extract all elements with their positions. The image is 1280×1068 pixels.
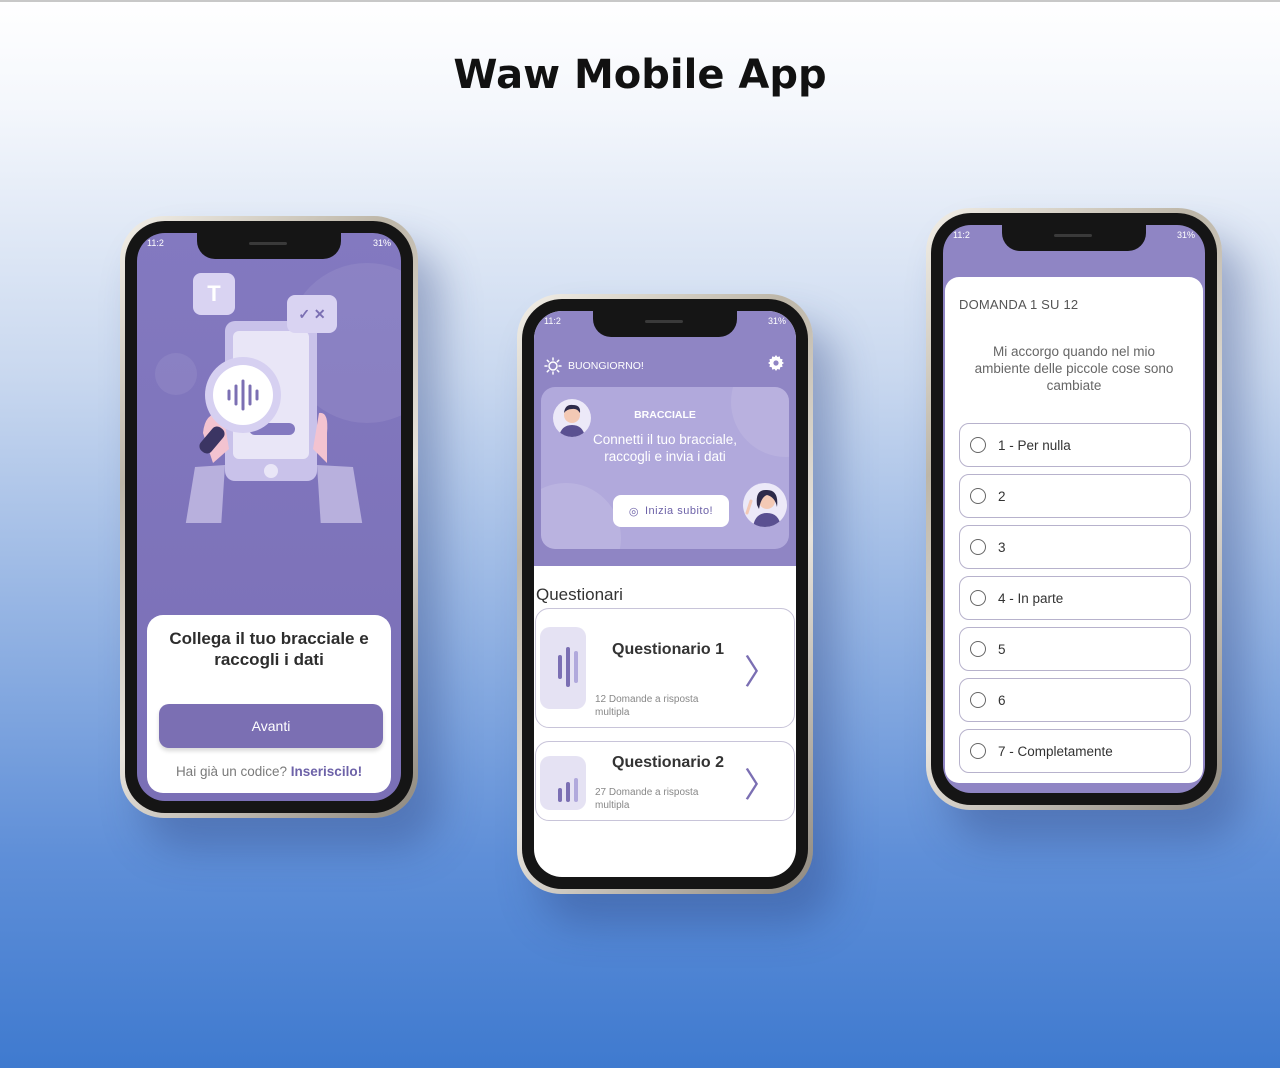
answer-option[interactable]: 2 [959, 474, 1191, 518]
radio-button[interactable] [970, 692, 986, 708]
greeting-text: BUONGIORNO! [568, 360, 644, 372]
woman-avatar-illustration [745, 489, 781, 527]
card-title: Collega il tuo bracciale e raccogli i da… [169, 629, 369, 669]
answer-label: 3 [998, 539, 1006, 555]
insert-code-link[interactable]: Inseriscilo! [291, 764, 362, 779]
radio-button[interactable] [970, 590, 986, 606]
chevron-right-icon: 〉 [744, 653, 778, 693]
screen-home: 11:2 31% BUONGIORNO! BRACCIALE Connetti … [534, 311, 796, 877]
answer-label: 4 - In parte [998, 590, 1064, 606]
status-battery: 31% [1176, 230, 1195, 240]
questionnaires-heading: Questionari [536, 585, 623, 604]
bracelet-icon: ◎ [628, 505, 639, 518]
status-time: 11:2 [544, 316, 561, 326]
status-time: 11:2 [147, 238, 164, 248]
bar-chart-icon [558, 778, 578, 802]
question-text: Mi accorgo quando nel mio ambiente delle… [974, 344, 1174, 393]
questionnaire-2-subtitle: 27 Domande a risposta multipla [595, 787, 699, 811]
answer-label: 6 [998, 692, 1006, 708]
questionnaire-1-subtitle: 12 Domande a risposta multipla [595, 694, 699, 718]
page-title: Waw Mobile App [453, 52, 827, 98]
code-question: Hai già un codice? [175, 764, 288, 779]
start-now-button[interactable]: ◎ Inizia subito! [613, 495, 729, 527]
answer-option[interactable]: 1 - Per nulla [959, 423, 1191, 467]
answer-option[interactable]: 4 - In parte [959, 576, 1191, 620]
radio-button[interactable] [970, 743, 986, 759]
questionnaire-2-icon [540, 756, 586, 810]
text-tile-icon: T [193, 273, 235, 315]
screen-onboarding: 11:2 31% T ✓ ✕ Collega il tuo bracciale … [137, 233, 401, 801]
status-time: 11:2 [953, 230, 970, 240]
bg-circle [541, 483, 621, 549]
questionnaire-1-icon [540, 627, 586, 709]
phone-notch [1002, 225, 1146, 251]
next-button[interactable]: Avanti [159, 704, 383, 748]
answer-option[interactable]: 6 [959, 678, 1191, 722]
phone-onboarding: 11:2 31% T ✓ ✕ Collega il tuo bracciale … [120, 216, 418, 818]
answer-option[interactable]: 3 [959, 525, 1191, 569]
phone-question: 11:2 31% DOMANDA 1 SU 12 Mi accorgo quan… [926, 208, 1222, 810]
top-border [0, 0, 1280, 2]
answer-label: 7 - Completamente [998, 743, 1113, 759]
phone-notch [593, 311, 737, 337]
banner-kicker: BRACCIALE [634, 409, 696, 421]
status-battery: 31% [372, 238, 391, 248]
status-battery: 31% [767, 316, 786, 326]
bracelet-banner: BRACCIALE Connetti il tuo bracciale, rac… [541, 387, 789, 549]
radio-button[interactable] [970, 437, 986, 453]
start-now-label: Inizia subito! [644, 505, 714, 517]
questionnaire-2-name: Questionario 2 [612, 754, 725, 771]
screen-question: 11:2 31% DOMANDA 1 SU 12 Mi accorgo quan… [943, 225, 1205, 793]
gear-icon[interactable] [768, 355, 784, 371]
bar-chart-icon [558, 647, 578, 687]
check-cross-icon: ✓ ✕ [287, 295, 337, 333]
greeting: BUONGIORNO! [544, 357, 644, 375]
phone-home: 11:2 31% BUONGIORNO! BRACCIALE Connetti … [517, 294, 813, 894]
woman-avatar [743, 483, 787, 527]
questionnaire-card-1[interactable]: Questionario 1 12 Domande a risposta mul… [535, 608, 795, 728]
questionnaire-1-name: Questionario 1 [612, 641, 725, 658]
answer-label: 5 [998, 641, 1006, 657]
questionnaire-card-2[interactable]: Questionario 2 27 Domande a risposta mul… [535, 741, 795, 821]
radio-button[interactable] [970, 539, 986, 555]
radio-button[interactable] [970, 488, 986, 504]
answer-option[interactable]: 5 [959, 627, 1191, 671]
question-card: DOMANDA 1 SU 12 Mi accorgo quando nel mi… [945, 277, 1203, 783]
sun-icon [544, 357, 562, 375]
banner-text: Connetti il tuo bracciale, raccogli e in… [592, 432, 738, 464]
answer-option[interactable]: 7 - Completamente [959, 729, 1191, 773]
bracelet-illustration: T ✓ ✕ [177, 273, 367, 528]
radio-button[interactable] [970, 641, 986, 657]
question-counter: DOMANDA 1 SU 12 [959, 297, 1079, 312]
answer-label: 1 - Per nulla [998, 437, 1071, 453]
code-prompt: Hai già un codice? Inseriscilo! [159, 764, 379, 779]
chevron-right-icon: 〉 [744, 766, 778, 806]
answer-label: 2 [998, 488, 1006, 504]
phone-notch [197, 233, 341, 259]
connect-card: Collega il tuo bracciale e raccogli i da… [147, 615, 391, 793]
